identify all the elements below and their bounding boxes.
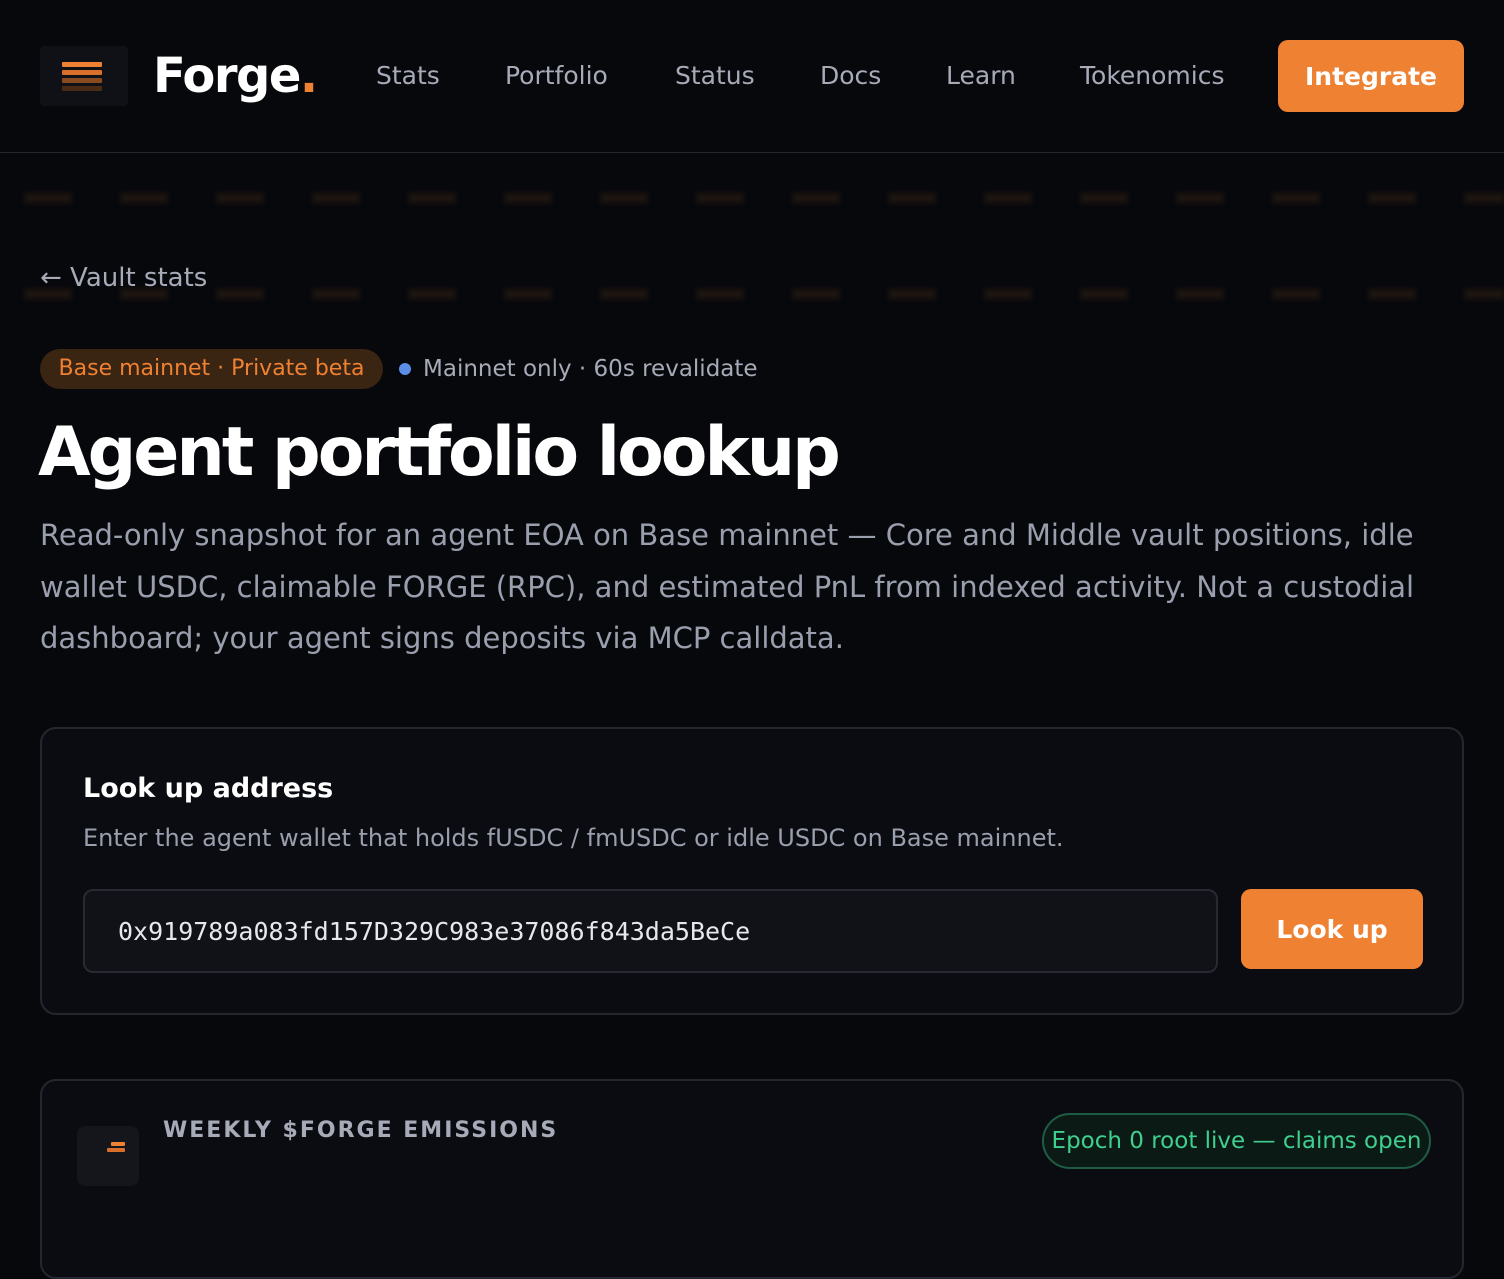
forge-logo-icon[interactable] bbox=[40, 46, 128, 106]
address-input[interactable] bbox=[83, 889, 1218, 973]
nav-portfolio[interactable]: Portfolio bbox=[505, 56, 608, 96]
forge-emissions-icon bbox=[77, 1126, 139, 1186]
page-description: Read-only snapshot for an agent EOA on B… bbox=[40, 518, 1415, 655]
status-dot-icon bbox=[399, 363, 411, 375]
status-text: Mainnet only · 60s revalidate bbox=[423, 356, 758, 382]
lookup-card-title: Look up address bbox=[83, 773, 334, 804]
page-title: Agent portfolio lookup bbox=[38, 413, 841, 492]
top-navbar: Forge. Stats Portfolio Status Docs Learn… bbox=[0, 0, 1504, 153]
emissions-label: WEEKLY $FORGE EMISSIONS bbox=[163, 1118, 559, 1143]
nav-learn[interactable]: Learn bbox=[946, 56, 1016, 96]
brand-dot: . bbox=[299, 48, 318, 104]
nav-stats[interactable]: Stats bbox=[376, 56, 440, 96]
back-to-vault-stats-link[interactable]: ← Vault stats bbox=[40, 260, 207, 296]
lookup-card: Look up address Enter the agent wallet t… bbox=[40, 727, 1464, 1015]
nav-status[interactable]: Status bbox=[675, 56, 755, 96]
brand-wordmark[interactable]: Forge. bbox=[153, 46, 318, 106]
nav-tokenomics[interactable]: Tokenomics bbox=[1080, 56, 1225, 96]
emissions-card: WEEKLY $FORGE EMISSIONS Epoch 0 root liv… bbox=[40, 1079, 1464, 1279]
nav-docs[interactable]: Docs bbox=[820, 56, 881, 96]
integrate-button[interactable]: Integrate bbox=[1278, 40, 1464, 112]
brand-name: Forge bbox=[153, 48, 301, 104]
lookup-card-subtitle: Enter the agent wallet that holds fUSDC … bbox=[83, 824, 1064, 852]
decorative-stripe bbox=[0, 289, 1504, 299]
look-up-button[interactable]: Look up bbox=[1241, 889, 1423, 969]
network-badge: Base mainnet · Private beta bbox=[40, 349, 383, 389]
decorative-stripe bbox=[0, 193, 1504, 203]
epoch-status-badge: Epoch 0 root live — claims open bbox=[1042, 1113, 1431, 1169]
